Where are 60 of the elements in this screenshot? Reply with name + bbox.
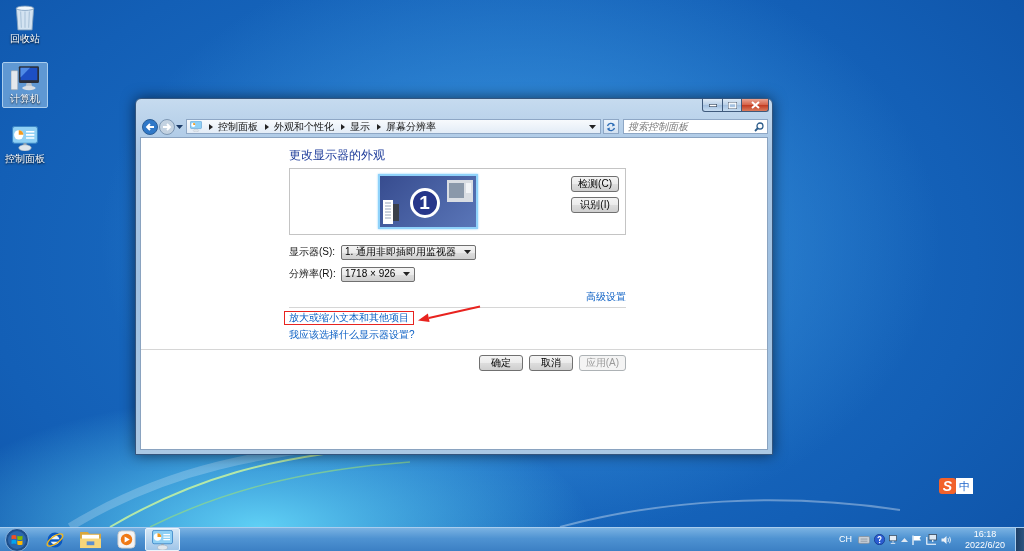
monitor-icon[interactable] [889, 535, 897, 544]
dialog-button[interactable]: 确定 [478, 355, 523, 371]
caret-up-icon[interactable] [901, 537, 908, 542]
start-orb-icon[interactable] [5, 527, 29, 551]
caret-down-icon [403, 272, 411, 276]
dropdown[interactable]: 1. 通用非即插即用监视器 [341, 244, 477, 260]
refresh-button[interactable] [603, 119, 619, 134]
advanced-settings-link[interactable]: 高级设置 [586, 291, 626, 303]
search-field[interactable]: 搜索控制面板 [623, 119, 768, 134]
folder-icon [79, 530, 102, 549]
caret-down-icon [464, 250, 472, 254]
settings-link[interactable]: 我应该选择什么显示器设置? [289, 329, 415, 341]
minimize-button[interactable] [702, 99, 723, 112]
help-icon[interactable] [874, 534, 885, 545]
document-thumbnail-icon [383, 200, 399, 224]
minimize-icon [708, 103, 717, 107]
taskbar-button[interactable] [145, 528, 180, 551]
refresh-icon [606, 121, 616, 132]
play-icon [117, 530, 136, 549]
network-icon[interactable] [926, 534, 937, 545]
window-thumbnail-icon [447, 180, 473, 202]
dropdown[interactable]: 1718 × 926 [341, 266, 416, 282]
trash-bin-icon [15, 5, 35, 31]
breadcrumb-item[interactable]: 显示 [350, 120, 370, 133]
maximize-button[interactable] [723, 99, 742, 112]
breadcrumb-item[interactable]: 屏幕分辨率 [386, 120, 436, 133]
chart-panel-icon [152, 529, 173, 550]
computer-icon [11, 66, 39, 91]
breadcrumb-item[interactable]: 外观和个性化 [274, 120, 334, 133]
show-desktop-button[interactable] [1015, 528, 1024, 551]
preview-button[interactable]: 检测(C) [571, 176, 619, 192]
flag-icon[interactable] [912, 534, 922, 545]
ime-mode-button[interactable]: 中 [956, 478, 973, 494]
breadcrumb-item[interactable]: 控制面板 [218, 120, 258, 133]
search-icon[interactable] [754, 121, 764, 132]
close-icon [750, 101, 760, 109]
field-label: 分辨率(R): [289, 268, 337, 280]
monitor-tile[interactable]: 1 [378, 174, 478, 229]
desktop-icon[interactable]: 回收站 [2, 2, 48, 48]
clock-date[interactable]: 2022/6/20 [964, 539, 1005, 551]
caret-down-icon[interactable] [589, 124, 596, 129]
address-bar[interactable]: 控制面板 外观和个性化 显示 屏幕分辨率 [186, 119, 601, 134]
dialog-button[interactable]: 取消 [528, 355, 573, 371]
triangle-right-icon[interactable] [265, 123, 269, 130]
field-label: 显示器(S): [289, 246, 337, 258]
caret-down-icon[interactable] [176, 124, 183, 129]
page-heading: 更改显示器的外观 [289, 148, 385, 162]
chart-panel-icon [190, 121, 202, 132]
triangle-right-icon[interactable] [209, 123, 213, 130]
chart-panel-icon [12, 126, 38, 151]
settings-link[interactable]: 放大或缩小文本和其他项目 [289, 312, 409, 324]
monitor-number: 1 [409, 187, 440, 218]
triangle-right-icon[interactable] [341, 123, 345, 130]
preview-button[interactable]: 识别(I) [571, 197, 619, 213]
triangle-right-icon[interactable] [377, 123, 381, 130]
maximize-icon [727, 101, 737, 109]
close-button[interactable] [742, 99, 769, 112]
speaker-icon[interactable] [941, 534, 952, 545]
annotation-arrow [418, 305, 481, 322]
desktop-icon[interactable]: 控制面板 [2, 122, 48, 168]
